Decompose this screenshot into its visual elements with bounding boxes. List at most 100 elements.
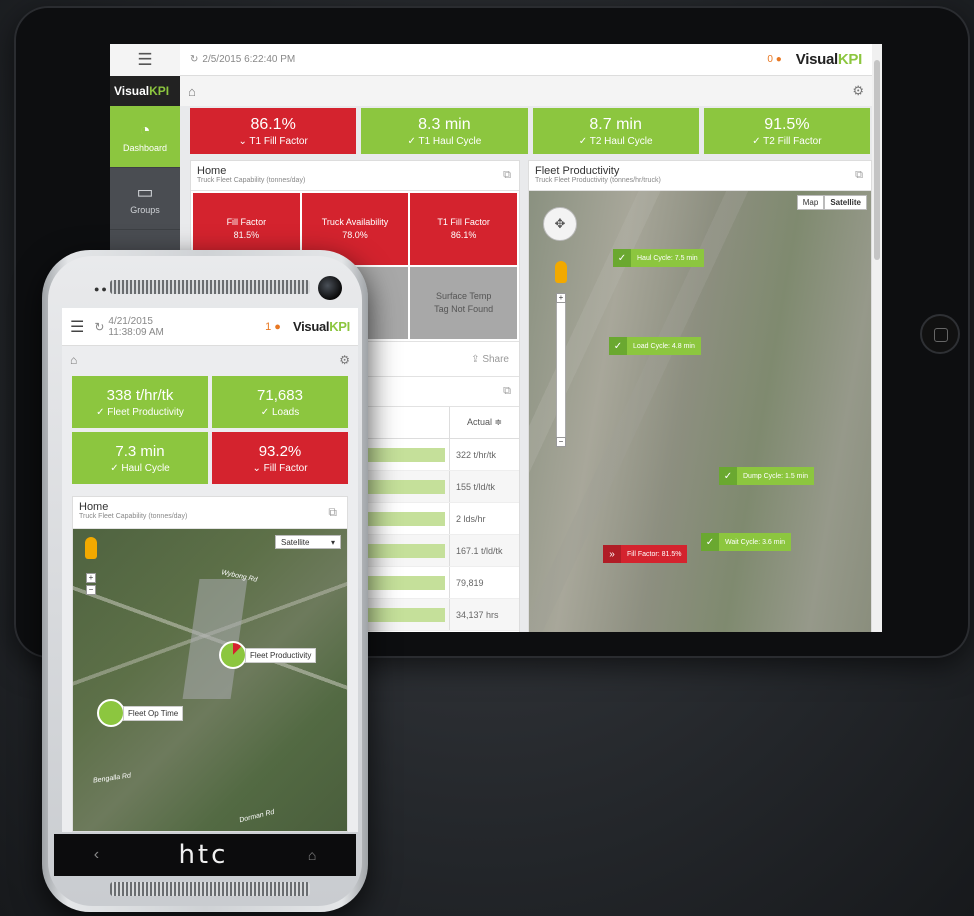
sidebar-item-label: Dashboard [122, 142, 168, 153]
road-label: Dorman Rd [238, 808, 276, 825]
timestamp: 2/5/2015 6:22:40 PM [202, 54, 296, 65]
pan-control-icon[interactable]: ✥ [543, 207, 577, 241]
external-link-icon[interactable]: ⧉ [503, 169, 511, 182]
home-button-icon[interactable]: ⌂ [308, 847, 316, 863]
tablet-home-button[interactable] [920, 314, 960, 354]
share-button[interactable]: ⇪ Share [471, 354, 509, 365]
sensor-dots: ●● [94, 284, 109, 294]
map-flag-fill-factor[interactable]: » Fill Factor: 81.5% [603, 545, 688, 563]
mine-site-area [182, 579, 248, 699]
front-camera-icon [318, 276, 342, 300]
actual-value: 155 t/ld/tk [449, 471, 519, 502]
speaker-grille-bottom [110, 882, 310, 896]
kpi-t1-haul-cycle[interactable]: 8.3 min ✓ T1 Haul Cycle [361, 108, 528, 154]
phone-subbar: ⌂ ⚙ [62, 346, 358, 374]
actual-value: 2 lds/hr [449, 503, 519, 534]
alert-dot-icon: ● [775, 54, 782, 65]
external-link-icon[interactable]: ⧉ [855, 169, 863, 182]
street-view-pegman-icon[interactable] [555, 261, 567, 283]
zoom-out-button[interactable]: − [86, 585, 96, 595]
panel-title: Home [197, 165, 227, 177]
home-icon[interactable]: ⌂ [70, 353, 77, 367]
panel-header: Fleet Productivity Truck Fleet Productiv… [529, 161, 871, 191]
map-flag-load-cycle[interactable]: ✓ Load Cycle: 4.8 min [609, 337, 701, 355]
phone-nav-bar: ‹ htc ⌂ [54, 834, 356, 876]
fleet-productivity-panel: Fleet Productivity Truck Fleet Productiv… [528, 160, 872, 632]
panel-title: Home [79, 501, 109, 513]
settings-gear-icon[interactable]: ⚙ [339, 353, 350, 367]
tablet-scrollbar[interactable] [872, 44, 882, 632]
alert-dot-icon: ● [274, 320, 281, 333]
check-icon: ✓ [609, 337, 627, 355]
tile-surface-temp[interactable]: Surface Temp Tag Not Found [410, 267, 517, 339]
zoom-in-button[interactable]: + [86, 573, 96, 583]
actual-value: 34,137 hrs [449, 599, 519, 630]
phone-screen: ☰ ↻ 4/21/2015 11:38:09 AM 1 ● VisualKPI ⌂… [62, 308, 358, 832]
visualkpi-logo: VisualKPI [795, 51, 863, 68]
check-icon: ✓ [719, 467, 737, 485]
actual-value: 322 t/hr/tk [449, 439, 519, 470]
hamburger-menu-icon[interactable]: ☰ [70, 317, 84, 337]
satellite-button[interactable]: Satellite [824, 195, 867, 210]
alert-badge[interactable]: 0 ● [767, 54, 781, 65]
visualkpi-logo: VisualKPI [292, 319, 350, 334]
map-flag-wait-cycle[interactable]: ✓ Wait Cycle: 3.6 min [701, 533, 792, 551]
kpi-fleet-productivity[interactable]: 338 t/hr/tk ✓ Fleet Productivity [72, 376, 208, 428]
panel-title: Fleet Productivity [535, 165, 620, 177]
refresh-icon[interactable]: ↻ [190, 54, 198, 65]
panel-subtitle: Truck Fleet Capability (tonnes/day) [79, 513, 188, 520]
settings-gear-icon[interactable]: ⚙ [852, 83, 864, 99]
road-label: Bengalla Rd [92, 772, 132, 785]
map-type-select[interactable]: Satellite ▾ [275, 535, 341, 549]
htc-logo: htc [178, 840, 229, 870]
actual-value: 167.1 t/ld/tk [449, 535, 519, 566]
kpi-t2-fill-factor[interactable]: 91.5% ✓ T2 Fill Factor [703, 108, 870, 154]
phone-satellite-map[interactable]: + − Satellite ▾ Wybong Rd Bengalla Rd Dor… [73, 529, 347, 831]
kpi-t1-fill-factor[interactable]: 86.1% ⌄ T1 Fill Factor [190, 108, 357, 154]
scrollbar-thumb[interactable] [874, 60, 880, 260]
kpi-fill-factor[interactable]: 93.2% ⌄ Fill Factor [212, 432, 348, 484]
sidebar-item-label: Groups [130, 204, 160, 215]
phone-device: ●● ☰ ↻ 4/21/2015 11:38:09 AM 1 ● VisualKP… [42, 250, 368, 912]
external-link-icon[interactable]: ⧉ [503, 385, 511, 398]
back-button-icon[interactable]: ‹ [94, 846, 99, 864]
alert-badge[interactable]: 1 ● [265, 321, 281, 333]
map-button[interactable]: Map [796, 195, 825, 210]
tablet-kpi-row: 86.1% ⌄ T1 Fill Factor 8.3 min ✓ T1 Haul C… [190, 108, 870, 154]
map-pin-fleet-op-time[interactable]: Fleet Op Time [97, 699, 184, 727]
speaker-grille-top [110, 280, 310, 294]
phone-bezel: ●● ☰ ↻ 4/21/2015 11:38:09 AM 1 ● VisualKP… [48, 256, 362, 906]
zoom-slider[interactable] [556, 297, 566, 447]
map-pin-fleet-productivity[interactable]: Fleet Productivity [219, 641, 317, 669]
actual-value: 79,819 [449, 567, 519, 598]
kpi-loads[interactable]: 71,683 ✓ Loads [212, 376, 348, 428]
map-flag-haul-cycle[interactable]: ✓ Haul Cycle: 7.5 min [613, 249, 704, 267]
zoom-in-button[interactable]: + [556, 293, 566, 303]
sidebar-item-groups[interactable]: ▭ Groups [110, 168, 180, 230]
phone-topbar: ☰ ↻ 4/21/2015 11:38:09 AM 1 ● VisualKPI [62, 308, 358, 346]
check-icon: ✓ [613, 249, 631, 267]
share-icon: ⇪ [471, 353, 483, 365]
kpi-haul-cycle[interactable]: 7.3 min ✓ Haul Cycle [72, 432, 208, 484]
kpi-t2-haul-cycle[interactable]: 8.7 min ✓ T2 Haul Cycle [532, 108, 699, 154]
street-view-pegman-icon[interactable] [85, 537, 97, 559]
phone-home-panel: Home Truck Fleet Capability (tonnes/day)… [72, 496, 348, 832]
panel-subtitle: Truck Fleet Productivity (tonnes/hr/truc… [535, 177, 661, 184]
pie-marker-icon [219, 641, 247, 669]
check-icon: ✓ [701, 533, 719, 551]
hamburger-menu-icon[interactable]: ☰ [110, 44, 180, 76]
tile-t1-fill-factor[interactable]: T1 Fill Factor 86.1% [410, 193, 517, 265]
actual-column-header[interactable]: Actual ≑ [449, 407, 519, 438]
refresh-icon[interactable]: ↻ [94, 320, 104, 334]
zoom-out-button[interactable]: − [556, 437, 566, 447]
satellite-map[interactable]: Map Satellite ✥ + − ✓ Haul Cycle: 7.5 min… [529, 191, 871, 632]
sidebar-item-dashboard[interactable]: ◔ Dashboard [110, 106, 180, 168]
external-link-icon[interactable]: ⧉ [328, 505, 337, 520]
phone-kpi-grid: 338 t/hr/tk ✓ Fleet Productivity 71,683 ✓ … [62, 374, 358, 486]
home-icon[interactable]: ⌂ [188, 84, 196, 99]
panel-header: Home Truck Fleet Capability (tonnes/day)… [191, 161, 519, 191]
map-type-toggle: Map Satellite [796, 195, 867, 210]
sidebar-brand: Visual KPI [110, 76, 180, 106]
map-flag-dump-cycle[interactable]: ✓ Dump Cycle: 1.5 min [719, 467, 814, 485]
chevron-down-icon: ▾ [330, 537, 335, 547]
